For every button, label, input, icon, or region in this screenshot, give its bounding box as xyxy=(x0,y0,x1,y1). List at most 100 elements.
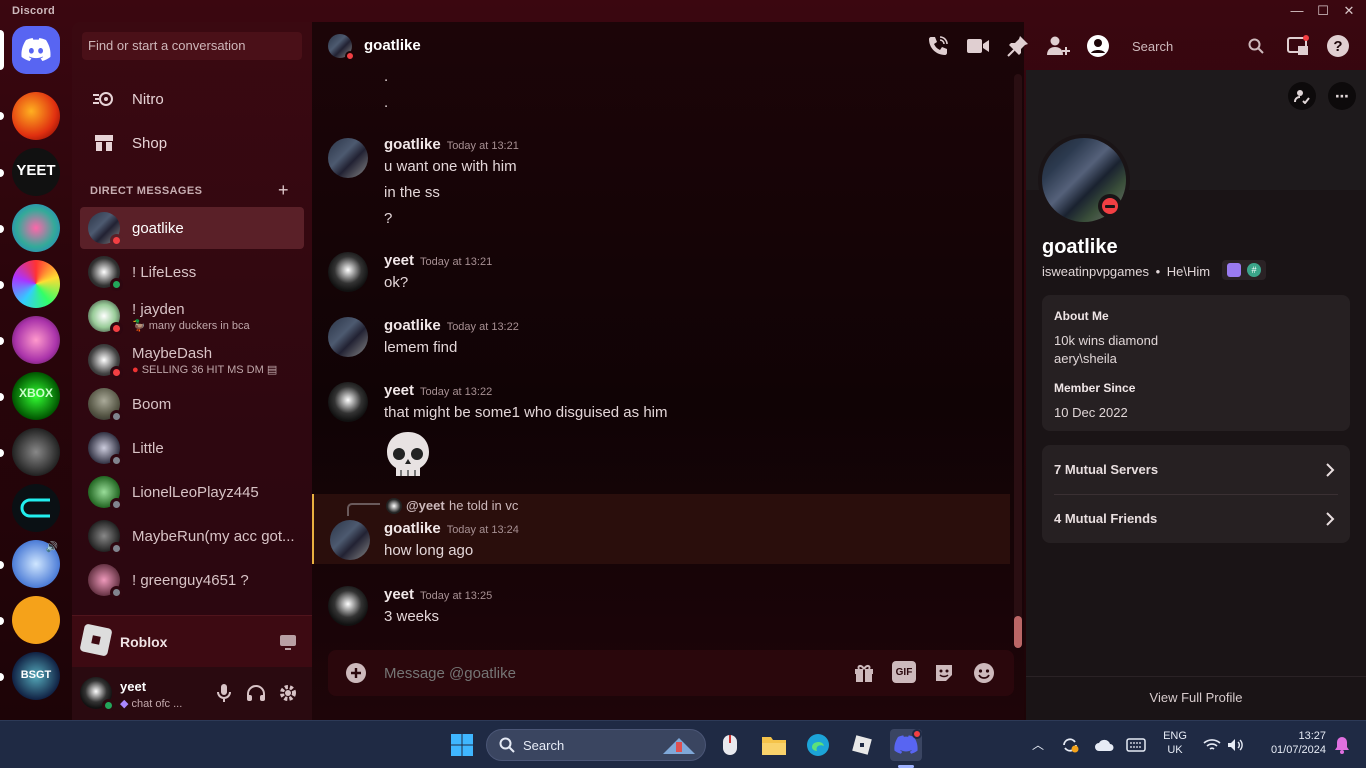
user-profile-toggle-icon[interactable] xyxy=(1086,34,1110,58)
top-search-bar[interactable]: Search xyxy=(1122,32,1272,60)
server-grey[interactable] xyxy=(12,428,60,476)
inbox-icon[interactable] xyxy=(1286,34,1310,58)
find-conversation-button[interactable]: Find or start a conversation xyxy=(82,32,302,60)
gear-icon[interactable] xyxy=(276,681,300,705)
dm-item[interactable]: LionelLeoPlayz445 xyxy=(80,471,304,513)
wifi-icon[interactable] xyxy=(1200,729,1224,761)
message-group: goatlike Today at 13:22 lemem find xyxy=(312,317,1012,361)
message-author[interactable]: yeet xyxy=(384,586,414,603)
add-note-icon[interactable] xyxy=(1288,82,1316,110)
dm-item[interactable]: ! greenguy4651 ? xyxy=(80,559,304,601)
voice-call-icon[interactable] xyxy=(926,34,950,58)
dm-name: Little xyxy=(132,439,164,457)
hashtag-badge-icon[interactable]: # xyxy=(1247,263,1261,277)
dm-name: goatlike xyxy=(132,219,184,237)
message-author[interactable]: yeet xyxy=(384,382,414,399)
add-friend-to-dm-icon[interactable] xyxy=(1046,34,1070,58)
gift-icon[interactable] xyxy=(852,661,876,685)
help-icon[interactable]: ? xyxy=(1326,34,1350,58)
dm-item[interactable]: ! LifeLess xyxy=(80,251,304,293)
server-yeet[interactable]: YEET xyxy=(12,148,60,196)
scrollbar-track[interactable] xyxy=(1014,74,1022,648)
message-avatar[interactable] xyxy=(328,317,368,357)
mutual-friends-row[interactable]: 4 Mutual Friends xyxy=(1042,494,1350,543)
message-avatar[interactable] xyxy=(328,382,368,422)
title-bar: Discord — ☐ ✕ xyxy=(0,0,1366,22)
mouse-app-icon[interactable] xyxy=(714,729,746,761)
sync-icon[interactable] xyxy=(1058,729,1082,761)
user-avatar[interactable] xyxy=(80,677,115,712)
windows-start-icon[interactable] xyxy=(446,729,478,761)
unread-pill xyxy=(0,673,4,681)
dm-item-goatlike[interactable]: goatlike xyxy=(80,207,304,249)
taskbar-search[interactable]: Search xyxy=(486,729,706,761)
server-cyan[interactable] xyxy=(12,484,60,532)
screen-share-icon[interactable] xyxy=(276,630,300,654)
nav-shop[interactable]: Shop xyxy=(80,123,304,163)
roblox-taskbar-icon[interactable] xyxy=(846,729,878,761)
home-button[interactable] xyxy=(12,26,60,74)
server-orange[interactable] xyxy=(12,596,60,644)
profile-pronouns: He\Him xyxy=(1166,264,1211,279)
microphone-icon[interactable] xyxy=(212,681,236,705)
server-kirby[interactable] xyxy=(12,204,60,252)
mutual-servers-row[interactable]: 7 Mutual Servers xyxy=(1042,445,1350,494)
gif-button[interactable]: GIF xyxy=(892,661,916,683)
scrollbar-thumb[interactable] xyxy=(1014,616,1022,648)
server-fire[interactable] xyxy=(12,92,60,140)
cloud-icon[interactable] xyxy=(1092,729,1116,761)
server-xbox[interactable]: XBOX xyxy=(12,372,60,420)
chevron-right-icon xyxy=(1318,507,1342,531)
avatar xyxy=(88,564,123,599)
avatar xyxy=(88,212,123,247)
dm-sidebar: Find or start a conversation Nitro Shop … xyxy=(72,22,312,720)
message-author[interactable]: goatlike xyxy=(384,136,441,153)
language-indicator[interactable]: ENG UK xyxy=(1162,730,1188,756)
headphones-icon[interactable] xyxy=(244,681,268,705)
message-author[interactable]: yeet xyxy=(384,252,414,269)
server-pink[interactable] xyxy=(12,316,60,364)
server-blue[interactable]: 🔊 xyxy=(12,540,60,588)
message-input[interactable] xyxy=(384,658,784,688)
message-avatar[interactable] xyxy=(328,138,368,178)
create-dm-button[interactable]: + xyxy=(278,180,289,201)
more-options-icon[interactable]: ⋯ xyxy=(1328,82,1356,110)
reply-author[interactable]: @yeet xyxy=(406,498,445,513)
message-avatar[interactable] xyxy=(328,586,368,626)
dm-item[interactable]: MaybeRun(my acc got... xyxy=(80,515,304,557)
selected-pill xyxy=(0,30,4,70)
sticker-icon[interactable] xyxy=(932,661,956,685)
chat-area: goatlike . . goatlike Today at 13:21 u wa… xyxy=(312,22,1024,720)
file-explorer-icon[interactable] xyxy=(758,729,790,761)
reply-text[interactable]: he told in vc xyxy=(449,498,518,513)
message-avatar[interactable] xyxy=(330,520,370,560)
emoji-picker-icon[interactable] xyxy=(972,661,996,685)
chevron-up-icon[interactable]: ︿ xyxy=(1032,736,1044,753)
dm-item[interactable]: MaybeDash ● SELLING 36 HIT MS DM ▤ xyxy=(80,339,304,381)
server-bsgt[interactable]: BSGT xyxy=(12,652,60,700)
volume-icon[interactable] xyxy=(1224,729,1248,761)
close-button[interactable]: ✕ xyxy=(1332,2,1366,20)
pin-icon[interactable] xyxy=(1006,34,1030,58)
message-avatar[interactable] xyxy=(328,252,368,292)
server-rainbow[interactable] xyxy=(12,260,60,308)
add-attachment-icon[interactable] xyxy=(344,661,368,685)
discord-window: Discord — ☐ ✕ YEET XBOX 🔊 BSGT Find or s xyxy=(0,0,1366,720)
edge-browser-icon[interactable] xyxy=(802,729,834,761)
clock[interactable]: 13:27 01/07/2024 xyxy=(1254,730,1326,756)
notification-bell-icon[interactable] xyxy=(1330,729,1354,761)
dm-item[interactable]: Boom xyxy=(80,383,304,425)
view-full-profile-link[interactable]: View Full Profile xyxy=(1026,690,1366,705)
dm-item[interactable]: Little xyxy=(80,427,304,469)
chevron-right-icon xyxy=(1318,458,1342,482)
discord-taskbar-icon[interactable] xyxy=(890,729,922,761)
message-author[interactable]: goatlike xyxy=(384,520,441,537)
message-author[interactable]: goatlike xyxy=(384,317,441,334)
nav-nitro[interactable]: Nitro xyxy=(80,79,304,119)
keyboard-icon[interactable] xyxy=(1124,729,1148,761)
about-line: aery\sheila xyxy=(1054,351,1117,366)
nitro-badge-icon[interactable] xyxy=(1227,263,1241,277)
dm-item[interactable]: ! jayden 🦆 many duckers in bca xyxy=(80,295,304,337)
language-bottom: UK xyxy=(1167,744,1183,756)
video-call-icon[interactable] xyxy=(966,34,990,58)
